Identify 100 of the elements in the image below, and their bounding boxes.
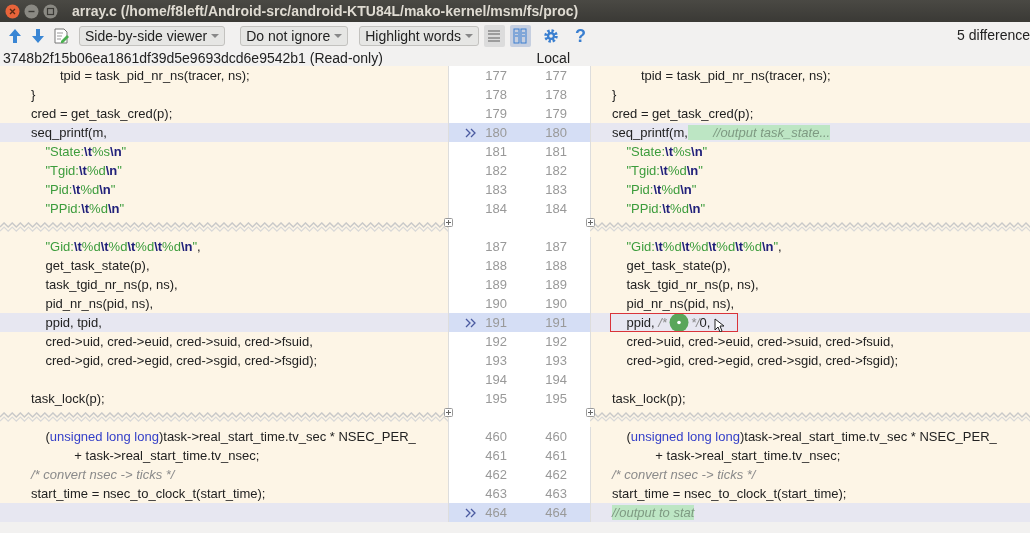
line-number: 188 — [544, 257, 567, 275]
line-number: 460 — [484, 428, 507, 446]
code-line: /* convert nsec -> ticks */ — [31, 467, 175, 482]
help-button[interactable]: ? — [574, 25, 586, 47]
maximize-button[interactable] — [43, 3, 58, 19]
line-number: 187 — [544, 238, 567, 256]
line-number: 179 — [484, 105, 507, 123]
line-number: 177 — [484, 67, 507, 85]
line-number: 178 — [484, 86, 507, 104]
local-label: Local — [535, 50, 571, 66]
code-line: ppid, /* */0, — [625, 315, 711, 330]
code-line: seq_printf(m, — [31, 125, 107, 140]
differences-count: 5 difference — [957, 27, 1030, 43]
code-line: tpid = task_pid_nr_ns(tracer, ns); — [58, 68, 250, 83]
line-number: 461 — [484, 447, 507, 465]
line-number: 189 — [484, 276, 507, 294]
viewer-dropdown[interactable]: Side-by-side viewer — [79, 26, 226, 46]
line-number: 187 — [484, 238, 507, 256]
ignore-dropdown[interactable]: Do not ignore — [240, 26, 349, 46]
code-line: + task->real_start_time.tv_nsec; — [73, 448, 260, 463]
line-number: 182 — [544, 162, 567, 180]
code-line: task_lock(p); — [31, 391, 105, 406]
line-number: 184 — [484, 200, 507, 218]
code-line: start_time = nsec_to_clock_t(start_time); — [612, 486, 847, 501]
line-number: 193 — [484, 352, 507, 370]
line-number: 464 — [484, 504, 507, 522]
unified-view-toggle[interactable] — [483, 25, 505, 47]
line-number: 195 — [484, 390, 507, 408]
line-number: 179 — [544, 105, 567, 123]
line-number: 463 — [544, 485, 567, 503]
up-arrow-icon[interactable] — [6, 27, 24, 45]
code-line: (unsigned long long)task->real_start_time.tv_sec * NSEC_PER_ — [44, 429, 416, 444]
line-number: 177 — [544, 67, 567, 85]
fold-icon[interactable] — [586, 408, 595, 417]
line-number: 191 — [544, 314, 567, 332]
line-number: 193 — [544, 352, 567, 370]
line-number: 183 — [484, 181, 507, 199]
code-line: "Pid:\t%d\n" — [625, 182, 697, 197]
revision-label: 3748b2f15b06ea1861df39d5e9693dcd6e9542b1 (Read-only) — [2, 50, 384, 66]
code-line: "State:\t%s\n" — [44, 144, 127, 159]
line-number: 194 — [544, 371, 567, 389]
highlight-dropdown[interactable]: Highlight words — [359, 26, 479, 46]
unified-view-icon — [487, 28, 502, 44]
line-number: 178 — [544, 86, 567, 104]
code-line: /* convert nsec -> ticks */ — [612, 467, 756, 482]
line-number: 190 — [544, 295, 567, 313]
fold-icon[interactable] — [586, 218, 595, 227]
side-by-side-toggle[interactable] — [509, 25, 531, 47]
caret-icon — [211, 33, 220, 39]
code-line: task_tgid_nr_ns(p, ns), — [625, 277, 759, 292]
code-line: "Pid:\t%d\n" — [44, 182, 116, 197]
code-line: ppid, tpid, — [44, 315, 102, 330]
line-number: 184 — [544, 200, 567, 218]
caret-icon — [464, 33, 473, 39]
code-line: cred->gid, cred->egid, cred->sgid, cred->fsgid); — [44, 353, 318, 368]
code-line: cred->uid, cred->euid, cred->suid, cred->fsuid, — [44, 334, 313, 349]
code-line: cred = get_task_cred(p); — [31, 106, 173, 121]
mouse-pointer-icon — [714, 318, 725, 332]
line-number: 463 — [484, 485, 507, 503]
code-line: + task->real_start_time.tv_nsec; — [654, 448, 841, 463]
line-number: 192 — [484, 333, 507, 351]
line-number: 189 — [544, 276, 567, 294]
code-line: "PPid:\t%d\n" — [625, 201, 706, 216]
down-arrow-icon[interactable] — [29, 27, 47, 45]
close-button[interactable] — [5, 3, 20, 19]
fold-icon[interactable] — [444, 408, 453, 417]
code-line: task_lock(p); — [612, 391, 686, 406]
minimize-button[interactable] — [24, 3, 39, 19]
fold-icon[interactable] — [444, 218, 453, 227]
code-line: seq_printf(m, //output task_state... — [612, 125, 831, 140]
code-line: pid_nr_ns(pid, ns), — [44, 296, 154, 311]
change-arrow-icon[interactable] — [465, 507, 477, 518]
edit-document-icon[interactable] — [52, 27, 70, 45]
side-by-side-icon — [513, 28, 528, 44]
line-number: 191 — [484, 314, 507, 332]
line-number: 464 — [544, 504, 567, 522]
line-number: 192 — [544, 333, 567, 351]
line-number: 190 — [484, 295, 507, 313]
settings-icon[interactable] — [541, 27, 560, 45]
line-number: 462 — [544, 466, 567, 484]
code-line: task_tgid_nr_ns(p, ns), — [44, 277, 178, 292]
code-line: "Gid:\t%d\t%d\t%d\t%d\n", — [625, 239, 782, 254]
code-line: (unsigned long long)task->real_start_time.tv_sec * NSEC_PER_ — [625, 429, 997, 444]
code-line: "Tgid:\t%d\n" — [625, 163, 703, 178]
code-line: } — [31, 87, 36, 102]
window-title: array.c (/home/f8left/Android-src/android-KTU84L/mako-kernel/msm/fs/proc) — [72, 3, 579, 19]
line-number: 462 — [484, 466, 507, 484]
code-line: cred->gid, cred->egid, cred->sgid, cred->fsgid); — [625, 353, 899, 368]
line-number: 183 — [544, 181, 567, 199]
line-number: 460 — [544, 428, 567, 446]
code-line: } — [612, 87, 617, 102]
change-arrow-icon[interactable] — [465, 127, 477, 138]
code-line: pid_nr_ns(pid, ns), — [625, 296, 735, 311]
code-line: tpid = task_pid_nr_ns(tracer, ns); — [639, 68, 831, 83]
line-number: 461 — [544, 447, 567, 465]
code-line: cred->uid, cred->euid, cred->suid, cred->fsuid, — [625, 334, 894, 349]
code-line: "Gid:\t%d\t%d\t%d\t%d\n", — [44, 239, 201, 254]
change-arrow-icon[interactable] — [465, 317, 477, 328]
line-number: 182 — [484, 162, 507, 180]
code-line: start_time = nsec_to_clock_t(start_time); — [31, 486, 266, 501]
